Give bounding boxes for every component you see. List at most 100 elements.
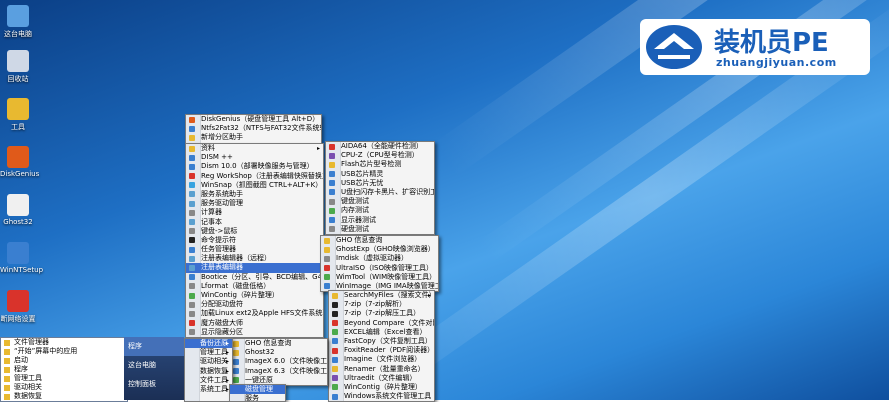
desktop-item[interactable]: 工具 [0, 98, 36, 132]
menu-item[interactable]: 显示器测试 [326, 216, 434, 225]
app-icon [329, 152, 335, 159]
app-icon [332, 384, 338, 391]
menu-item[interactable]: ImageX 6.0（文件映像工具） [230, 357, 327, 366]
desktop-item[interactable]: 回收站 [0, 50, 36, 84]
menu-item[interactable]: 显示隐藏分区 [186, 328, 323, 337]
menu-item[interactable]: U盘扫闪存卡黑片、扩容识别工具 [326, 188, 434, 197]
menu-item[interactable]: 数据恢复 ▸ [185, 367, 232, 376]
desktop-item[interactable]: DiskGenius [0, 146, 39, 178]
menu-item[interactable]: 服务驱动管理 [186, 199, 323, 208]
menu-item[interactable]: FoxitReader（PDF阅读器） [329, 346, 434, 355]
menu-item[interactable]: 磁盘管理 [230, 385, 285, 395]
menu-item-label: 资料 [201, 144, 215, 152]
start-menu-item[interactable]: 程序 [1, 365, 127, 374]
menu-item[interactable]: WinContig（碎片整理） [329, 383, 434, 392]
menu-item[interactable]: 服务系统助手 [186, 190, 323, 199]
app-icon [324, 274, 330, 281]
start-menu-item[interactable]: 管理工具 [1, 374, 127, 383]
menu-item[interactable]: 7-zip（7-zip解压工具） [329, 309, 434, 318]
app-icon [324, 246, 330, 253]
menu-item[interactable]: 备份还原 ▸ [185, 339, 232, 349]
menu-item[interactable]: FastCopy（文件复制工具） [329, 337, 434, 346]
menu-item[interactable]: Lformat（磁盘低格） [186, 282, 323, 291]
menu-item[interactable]: Dism 10.0（部署映像服务与管理） [186, 162, 323, 171]
menu-item[interactable]: 记事本 [186, 218, 323, 227]
app-icon [324, 283, 330, 290]
this-pc-icon [7, 5, 29, 27]
menu-item[interactable]: 键盘测试 [326, 197, 434, 206]
start-menu-item[interactable]: 文件管理器 [1, 338, 127, 347]
menu-item[interactable]: GhostExp（GHO映像浏览器） [321, 245, 438, 254]
menu-item[interactable]: CPU-Z（CPU型号检测） [326, 151, 434, 160]
start-menu-item-label: 文件管理器 [14, 338, 49, 346]
logo-title: 装机员PE [714, 28, 829, 58]
menu-item[interactable]: GHO 信息查询 [230, 339, 327, 348]
menu-item[interactable]: 内存测试 [326, 206, 434, 215]
menu-item[interactable]: ImageX 6.3（文件映像工具） [230, 367, 327, 376]
menu-item-label: 显示隐藏分区 [201, 327, 243, 336]
menu-item[interactable]: 资料 ▸ [186, 144, 323, 153]
menu-item-label: Flash芯片型号检测 [341, 160, 402, 169]
start-menu-link[interactable]: 程序 [124, 337, 184, 356]
menu-item[interactable]: Beyond Compare（文件对比） [329, 319, 434, 328]
menu-item[interactable]: Imagine（文件浏览器） [329, 355, 434, 364]
desktop-item[interactable]: WinNTSetup [0, 242, 43, 274]
menu-item[interactable]: 计算器 [186, 208, 323, 217]
menu-item[interactable]: Imdisk（虚拟驱动器） [321, 254, 438, 263]
menu-item[interactable]: USB芯片无忧 [326, 179, 434, 188]
desktop-item-label: 回收站 [7, 75, 29, 83]
menu-item[interactable]: Ntfs2Fat32（NTFS与FAT32文件系统转换） [186, 124, 321, 133]
app-icon [189, 255, 195, 262]
start-menu-item[interactable]: 驱动相关 [1, 383, 127, 392]
menu-item[interactable]: WimTool（WIM映像管理工具） [321, 273, 438, 282]
menu-item[interactable]: 注册表编辑器（远程） [186, 254, 323, 263]
menu-item[interactable]: 管理工具 ▸ [185, 348, 232, 357]
menu-item[interactable]: AIDA64（全能硬件检测） [326, 142, 434, 151]
start-menu-item[interactable]: “开始”屏幕中的应用 [1, 347, 127, 356]
menu-item[interactable]: Ultraedit（文件编辑） [329, 374, 434, 383]
menu-item[interactable]: Ghost32 [230, 348, 327, 357]
menu-item[interactable]: 文件工具 ▸ [185, 376, 232, 385]
menu-item[interactable]: EXCEL编辑（Excel查看） [329, 328, 434, 337]
menu-item[interactable]: 驱动相关 ▸ [185, 357, 232, 366]
menu-item[interactable]: 7-zip（7-zip解析） [329, 300, 434, 309]
app-icon [332, 292, 338, 299]
desktop-item[interactable]: 这台电脑 [0, 5, 36, 39]
menu-item[interactable]: SearchMyFiles（搜索文件） ▸ [329, 291, 434, 300]
menu-item[interactable]: 命令提示符 [186, 236, 323, 245]
menu-item[interactable]: GHO 信息查询 [321, 236, 438, 245]
menu-item[interactable]: Renamer（批量重命名） [329, 365, 434, 374]
desktop-item[interactable]: 断网络设置 [0, 290, 36, 324]
menu-item-label: WinContig（碎片整理） [201, 291, 279, 299]
app-icon [189, 228, 195, 235]
menu-item-label: Reg WorkShop（注册表编辑快照替换工具） [201, 171, 323, 180]
menu-item[interactable]: 任务管理器 [186, 245, 323, 254]
menu-item[interactable]: UltraISO（ISO映像管理工具） [321, 264, 438, 273]
menu-item[interactable]: 魔方磁盘大师 [186, 319, 323, 328]
menu-item[interactable]: Flash芯片型号检测 [326, 160, 434, 169]
menu-item[interactable]: 键盘->鼠标 [186, 227, 323, 236]
menu-item-label: 备份还原 [200, 339, 228, 347]
start-menu-link[interactable]: 控制面板 [124, 375, 184, 394]
menu-item[interactable]: DISM ++ [186, 153, 323, 162]
menu-item[interactable]: Reg WorkShop（注册表编辑快照替换工具） [186, 172, 323, 181]
menu-item[interactable]: 新增分区助手 [186, 133, 321, 142]
menu-item[interactable]: 系统工具 ▸ [185, 385, 232, 394]
desktop-item[interactable]: Ghost32 [0, 194, 36, 226]
menu-item[interactable]: 硬盘测试 [326, 225, 434, 234]
ghost32-icon [7, 194, 29, 216]
menu-item[interactable]: 服务 [230, 394, 285, 401]
menu-item[interactable]: DiskGenius（硬盘管理工具 Alt+D） [186, 115, 321, 124]
app-icon [189, 329, 195, 336]
menu-item[interactable]: Bootice（分区、引导、BCD编辑、G4D编辑） [186, 273, 323, 282]
menu-item[interactable]: 注册表编辑器 [186, 263, 323, 273]
start-menu-item[interactable]: 启动 [1, 356, 127, 365]
menu-item[interactable]: 加载Linux ext2及Apple HFS文件系统驱动 [186, 309, 323, 318]
menu-item-label: Lformat（磁盘低格） [201, 281, 271, 290]
menu-item[interactable]: WinSnap（抓图截图 CTRL+ALT+K） [186, 181, 323, 190]
menu-item[interactable]: WinContig（碎片整理） [186, 291, 323, 300]
menu-item[interactable]: 分配驱动盘符 [186, 300, 323, 309]
start-menu-link[interactable]: 这台电脑 [124, 356, 184, 375]
app-icon [332, 393, 338, 400]
menu-item[interactable]: USB芯片精灵 [326, 170, 434, 179]
